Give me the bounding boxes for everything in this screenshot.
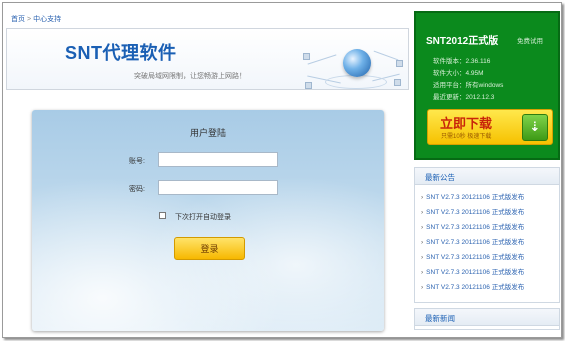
notice-item-link[interactable]: SNT V2.7.3 20121106 正式版发布 bbox=[426, 224, 524, 231]
notice-item-link[interactable]: SNT V2.7.3 20121106 正式版发布 bbox=[426, 254, 524, 261]
notice-title: 最新公告 bbox=[415, 168, 559, 185]
bullet-icon: › bbox=[421, 194, 424, 201]
bullet-icon: › bbox=[421, 269, 424, 276]
size-info: 软件大小：4.95M bbox=[433, 70, 484, 77]
notice-item[interactable]: › SNT V2.7.3 20121106 正式版发布 bbox=[421, 191, 559, 206]
network-line bbox=[373, 50, 399, 61]
site-title: SNT代理软件 bbox=[65, 43, 177, 63]
remember-label: 下次打开自动登录 bbox=[175, 214, 231, 221]
breadcrumb-home-link[interactable]: 首页 bbox=[11, 16, 25, 23]
news-title: 最新新闻 bbox=[415, 309, 559, 326]
notice-item[interactable]: › SNT V2.7.3 20121106 正式版发布 bbox=[421, 206, 559, 221]
network-node-icon bbox=[305, 82, 312, 89]
news-panel: 最新新闻 bbox=[414, 308, 560, 330]
download-button[interactable]: 立即下载 只需10秒 极速下载 ⇣ bbox=[427, 109, 553, 145]
download-arrow-icon: ⇣ bbox=[522, 114, 548, 141]
network-node-icon bbox=[396, 60, 403, 67]
update-info: 最近更新：2012.12.3 bbox=[433, 94, 495, 101]
notice-item-link[interactable]: SNT V2.7.3 20121106 正式版发布 bbox=[426, 194, 524, 201]
network-node-icon bbox=[303, 53, 310, 60]
account-input[interactable] bbox=[158, 152, 278, 167]
network-line bbox=[307, 54, 337, 65]
download-button-label: 立即下载 bbox=[440, 116, 493, 131]
bullet-icon: › bbox=[421, 284, 424, 291]
breadcrumb-current[interactable]: 中心支持 bbox=[33, 16, 61, 23]
login-button[interactable]: 登录 bbox=[174, 237, 245, 260]
login-title: 用户登陆 bbox=[189, 128, 226, 138]
bullet-icon: › bbox=[421, 254, 424, 261]
bullet-icon: › bbox=[421, 224, 424, 231]
password-label: 密码: bbox=[129, 186, 145, 193]
notice-item[interactable]: › SNT V2.7.3 20121106 正式版发布 bbox=[421, 266, 559, 281]
version-info: 软件版本：2.36.116 bbox=[433, 58, 491, 65]
password-input[interactable] bbox=[158, 180, 278, 195]
notice-item[interactable]: › SNT V2.7.3 20121106 正式版发布 bbox=[421, 236, 559, 251]
globe-ring bbox=[325, 75, 387, 89]
download-button-sublabel: 只需10秒 极速下载 bbox=[441, 134, 492, 140]
product-name: SNT2012正式版 bbox=[426, 36, 499, 47]
login-panel: 用户登陆 账号: 密码: 下次打开自动登录 登录 bbox=[32, 110, 384, 331]
globe-network-icon bbox=[343, 49, 371, 77]
site-banner: SNT代理软件 突破局域网限制，让您畅游上网路！ bbox=[6, 28, 409, 90]
site-slogan: 突破局域网限制，让您畅游上网路！ bbox=[134, 73, 246, 80]
notice-item[interactable]: › SNT V2.7.3 20121106 正式版发布 bbox=[421, 251, 559, 266]
notice-item[interactable]: › SNT V2.7.3 20121106 正式版发布 bbox=[421, 221, 559, 236]
free-trial-badge: 免费试用 bbox=[517, 38, 543, 45]
breadcrumb-separator: > bbox=[27, 16, 32, 23]
notice-item-link[interactable]: SNT V2.7.3 20121106 正式版发布 bbox=[426, 269, 524, 276]
notice-item-link[interactable]: SNT V2.7.3 20121106 正式版发布 bbox=[426, 239, 524, 246]
page-frame: 首页 > 中心支持 SNT代理软件 突破局域网限制，让您畅游上网路！ 用户登陆 账号… bbox=[2, 2, 562, 338]
notice-item-link[interactable]: SNT V2.7.3 20121106 正式版发布 bbox=[426, 284, 524, 291]
notice-item-link[interactable]: SNT V2.7.3 20121106 正式版发布 bbox=[426, 209, 524, 216]
account-label: 账号: bbox=[129, 158, 145, 165]
notice-item[interactable]: › SNT V2.7.3 20121106 正式版发布 bbox=[421, 281, 559, 296]
bullet-icon: › bbox=[421, 209, 424, 216]
bullet-icon: › bbox=[421, 239, 424, 246]
download-box: SNT2012正式版 免费试用 软件版本：2.36.116 软件大小：4.95M… bbox=[414, 11, 560, 160]
notice-panel: 最新公告 › SNT V2.7.3 20121106 正式版发布 › SNT V2.… bbox=[414, 167, 560, 303]
remember-checkbox[interactable] bbox=[159, 212, 166, 219]
breadcrumb: 首页 > 中心支持 bbox=[11, 14, 61, 24]
network-node-icon bbox=[394, 79, 401, 86]
platform-info: 适用平台：所有windows bbox=[433, 82, 504, 89]
